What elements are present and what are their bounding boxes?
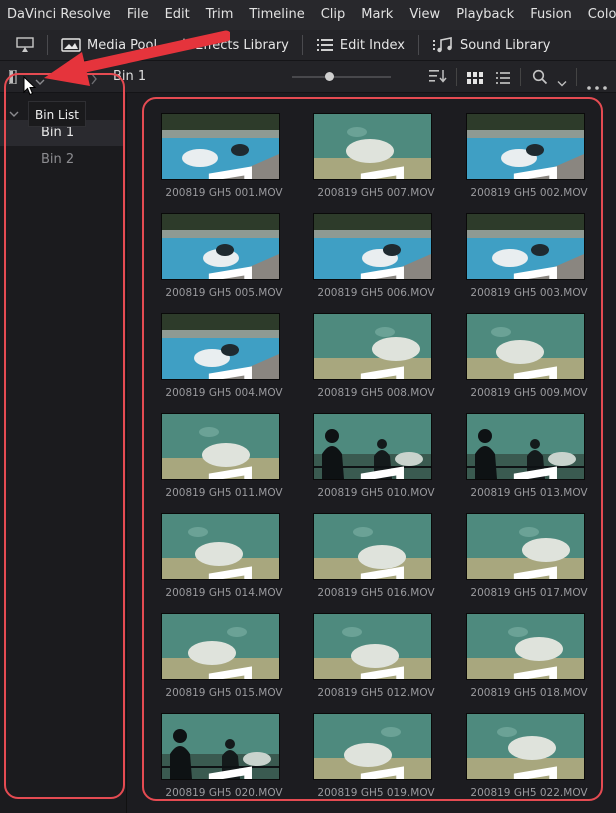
clip-thumbnail-image[interactable]: [466, 613, 585, 680]
menu-item[interactable]: Color: [581, 0, 616, 30]
clip-name: 200819 GH5 008.MOV: [317, 387, 435, 399]
toolbar-divider: [301, 35, 303, 55]
clip-name: 200819 GH5 015.MOV: [165, 687, 283, 699]
audio-note-icon: [166, 465, 252, 479]
audio-note-icon: [471, 665, 557, 679]
clip-thumbnail-image[interactable]: [313, 713, 432, 780]
edit-index-icon: [316, 37, 334, 53]
edit-index-button[interactable]: Edit Index: [312, 37, 409, 53]
clip-name: 200819 GH5 002.MOV: [470, 187, 588, 199]
edit-index-label: Edit Index: [339, 37, 405, 53]
clip-thumbnail-image[interactable]: [161, 713, 280, 780]
clip-thumbnail-image[interactable]: [466, 213, 585, 280]
clip-name: 200819 GH5 014.MOV: [165, 587, 283, 599]
clip-name: 200819 GH5 010.MOV: [317, 487, 435, 499]
clip-thumbnail-image[interactable]: [313, 213, 432, 280]
bin-item[interactable]: Bin 2: [0, 147, 124, 173]
menu-item[interactable]: Playback: [449, 0, 523, 30]
list-view-icon[interactable]: [496, 70, 510, 89]
clip-name: 200819 GH5 022.MOV: [470, 787, 588, 799]
media-pool-grid: 200819 GH5 001.MOV 200819 GH5 007.MOV 2008…: [127, 93, 616, 813]
clip-thumbnail-image[interactable]: [466, 113, 585, 180]
annotation-arrow: [44, 30, 230, 86]
clip-name: 200819 GH5 019.MOV: [317, 787, 435, 799]
search-chevron-icon[interactable]: [557, 73, 567, 92]
zoom-slider-handle[interactable]: [325, 72, 334, 81]
audio-note-icon: [471, 565, 557, 579]
audio-note-icon: [166, 765, 252, 779]
audio-note-icon: [166, 165, 252, 179]
clip-thumbnail-image[interactable]: [313, 113, 432, 180]
mouse-cursor: [23, 76, 37, 96]
clip-name: 200819 GH5 013.MOV: [470, 487, 588, 499]
menu-item[interactable]: Fusion: [523, 0, 581, 30]
clip-name: 200819 GH5 006.MOV: [317, 287, 435, 299]
sidebar-toggle-icon[interactable]: [8, 69, 17, 88]
clip-thumbnail-image[interactable]: [466, 713, 585, 780]
audio-note-icon: [166, 565, 252, 579]
bin-list-sidebar: Bin 1 Bin 2: [0, 93, 127, 813]
clip-name: 200819 GH5 020.MOV: [165, 787, 283, 799]
clip-thumbnail-image[interactable]: [161, 513, 280, 580]
menu-item[interactable]: View: [402, 0, 449, 30]
clip-name: 200819 GH5 009.MOV: [470, 387, 588, 399]
clip-name: 200819 GH5 011.MOV: [165, 487, 283, 499]
audio-note-icon: [318, 665, 404, 679]
thumbnail-zoom-slider[interactable]: [292, 72, 391, 81]
clip-thumbnail-image[interactable]: [313, 613, 432, 680]
clip-thumbnail-image[interactable]: [161, 613, 280, 680]
audio-note-icon: [166, 365, 252, 379]
audio-note-icon: [471, 765, 557, 779]
audio-note-icon: [318, 165, 404, 179]
clip-thumbnail-image[interactable]: [313, 413, 432, 480]
audio-note-icon: [471, 365, 557, 379]
toolbar-divider: [456, 68, 457, 86]
audio-note-icon: [318, 765, 404, 779]
audio-note-icon: [318, 565, 404, 579]
audio-note-icon: [471, 465, 557, 479]
clip-name: 200819 GH5 001.MOV: [165, 187, 283, 199]
menu-item[interactable]: Timeline: [242, 0, 313, 30]
clip-thumbnail-image[interactable]: [161, 113, 280, 180]
sound-library-label: Sound Library: [459, 37, 551, 53]
clip-thumbnail-image[interactable]: [161, 413, 280, 480]
toolbar-divider: [417, 35, 419, 55]
sound-library-button[interactable]: Sound Library: [428, 37, 555, 53]
clip-name: 200819 GH5 004.MOV: [165, 387, 283, 399]
clip-thumbnail-image[interactable]: [466, 413, 585, 480]
clip-thumbnail-image[interactable]: [313, 313, 432, 380]
clip-name: 200819 GH5 016.MOV: [317, 587, 435, 599]
clip-thumbnail-image[interactable]: [466, 313, 585, 380]
search-icon[interactable]: [532, 69, 548, 89]
clip-name: 200819 GH5 018.MOV: [470, 687, 588, 699]
clip-name: 200819 GH5 012.MOV: [317, 687, 435, 699]
clip-thumbnail-image[interactable]: [161, 213, 280, 280]
audio-note-icon: [318, 365, 404, 379]
clip-thumbnail-image[interactable]: [466, 513, 585, 580]
menu-item[interactable]: Clip: [314, 0, 355, 30]
more-options-icon[interactable]: [587, 75, 607, 94]
bin-list-tooltip: Bin List: [28, 101, 86, 127]
audio-note-icon: [166, 265, 252, 279]
clip-name: 200819 GH5 003.MOV: [470, 287, 588, 299]
audio-note-icon: [471, 165, 557, 179]
bin-item-label: Bin 2: [41, 152, 75, 167]
clip-name: 200819 GH5 005.MOV: [165, 287, 283, 299]
menu-item[interactable]: Mark: [354, 0, 402, 30]
audio-note-icon: [318, 265, 404, 279]
audio-note-icon: [318, 465, 404, 479]
toolbar-divider: [576, 68, 577, 86]
clip-name: 200819 GH5 007.MOV: [317, 187, 435, 199]
clip-thumbnail-image[interactable]: [161, 313, 280, 380]
audio-note-icon: [166, 665, 252, 679]
thumbnail-view-icon[interactable]: [467, 70, 483, 89]
sort-icon[interactable]: [428, 68, 448, 88]
toolbar-divider: [520, 68, 521, 86]
clip-name: 200819 GH5 017.MOV: [470, 587, 588, 599]
audio-note-icon: [471, 265, 557, 279]
clip-thumbnail-image[interactable]: [313, 513, 432, 580]
sound-library-icon: [432, 37, 454, 53]
